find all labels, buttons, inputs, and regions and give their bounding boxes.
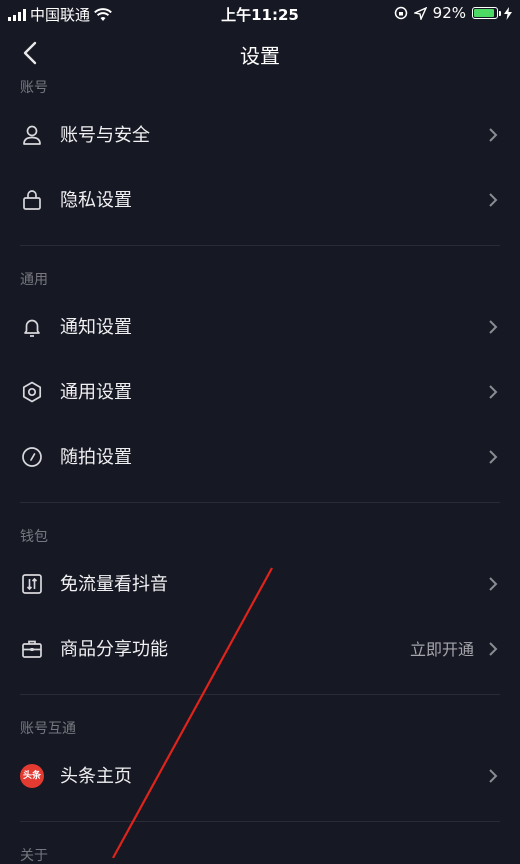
general-settings-row[interactable]: 通用设置 [0, 360, 520, 425]
section-header-wallet: 钱包 [20, 529, 48, 545]
product-share-row[interactable]: 商品分享功能 立即开通 [0, 617, 520, 682]
clock-icon [22, 447, 42, 467]
rotation-lock-icon [394, 6, 407, 20]
notification-settings-row[interactable]: 通知设置 [0, 295, 520, 360]
section-header-general: 通用 [20, 272, 48, 288]
chevron-right-icon [489, 320, 498, 334]
data-icon [22, 574, 42, 594]
section-header-account: 账号 [20, 80, 48, 96]
section-divider [20, 694, 500, 695]
section-divider [20, 502, 500, 503]
section-divider [20, 821, 500, 822]
row-label: 随拍设置 [60, 447, 132, 468]
row-label: 隐私设置 [60, 190, 132, 211]
chevron-right-icon [489, 450, 498, 464]
toutiao-logo-icon: 头条 [20, 764, 44, 788]
lock-icon [23, 190, 41, 210]
privacy-settings-row[interactable]: 隐私设置 [0, 168, 520, 233]
chevron-right-icon [489, 193, 498, 207]
page-title: 设置 [240, 44, 280, 68]
battery-percent: 92% [432, 4, 466, 22]
row-label: 商品分享功能 [60, 639, 168, 660]
chevron-right-icon [489, 577, 498, 591]
charging-icon [504, 6, 512, 20]
chevron-right-icon [489, 385, 498, 399]
row-label: 通用设置 [60, 382, 132, 403]
row-label: 账号与安全 [60, 125, 150, 146]
section-header-linked-accounts: 账号互通 [20, 721, 76, 737]
nav-bar: 设置 [0, 26, 520, 80]
settings-list: 账号 账号与安全 隐私设置 通用 通知设置 通用设置 随拍设置 钱包 免流量看抖… [0, 80, 520, 864]
toutiao-home-row[interactable]: 头条 头条主页 [0, 744, 520, 809]
location-icon [413, 6, 427, 20]
free-data-row[interactable]: 免流量看抖音 [0, 552, 520, 617]
status-bar: 中国联通 上午11:25 92% [0, 0, 520, 26]
activate-now-link[interactable]: 立即开通 [410, 617, 474, 682]
gear-icon [22, 381, 42, 403]
row-label: 通知设置 [60, 317, 132, 338]
section-divider [20, 245, 500, 246]
chevron-right-icon [489, 769, 498, 783]
row-label: 头条主页 [60, 766, 132, 787]
chevron-right-icon [489, 642, 498, 656]
person-icon [23, 125, 41, 145]
account-security-row[interactable]: 账号与安全 [0, 103, 520, 168]
section-header-about: 关于 [20, 848, 48, 864]
status-right: 92% [394, 4, 512, 22]
briefcase-icon [22, 640, 42, 658]
snapshot-settings-row[interactable]: 随拍设置 [0, 425, 520, 490]
battery-icon [472, 7, 501, 19]
bell-icon [24, 319, 40, 337]
row-label: 免流量看抖音 [60, 574, 168, 595]
chevron-right-icon [489, 128, 498, 142]
